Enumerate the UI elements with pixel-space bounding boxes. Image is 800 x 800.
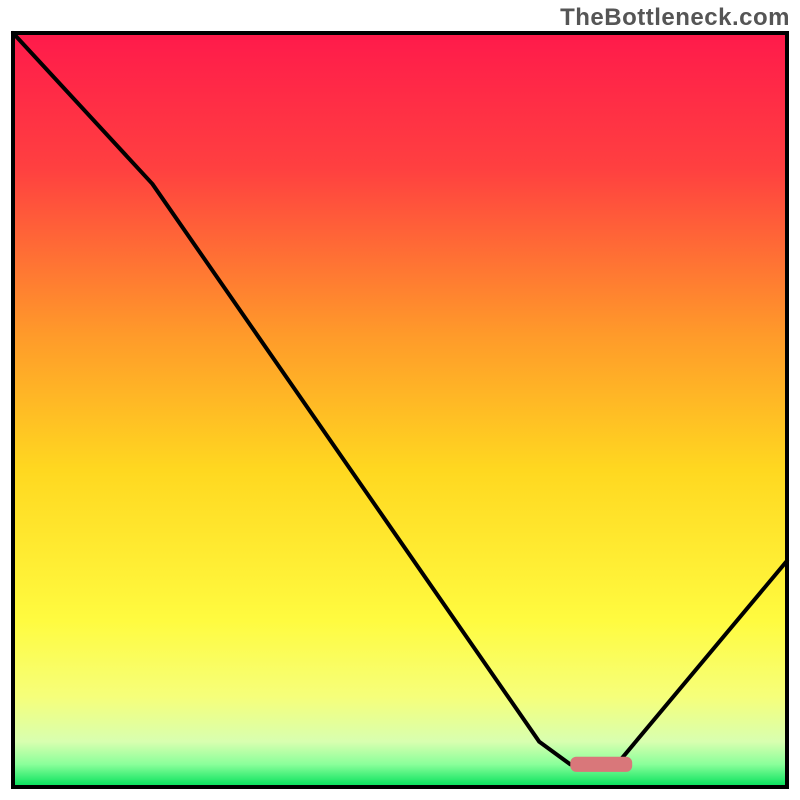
watermark-text: TheBottleneck.com xyxy=(560,4,790,32)
optimal-marker xyxy=(570,757,632,772)
bottleneck-chart xyxy=(10,30,790,790)
chart-frame: TheBottleneck.com xyxy=(0,0,800,800)
plot-background xyxy=(13,33,787,787)
